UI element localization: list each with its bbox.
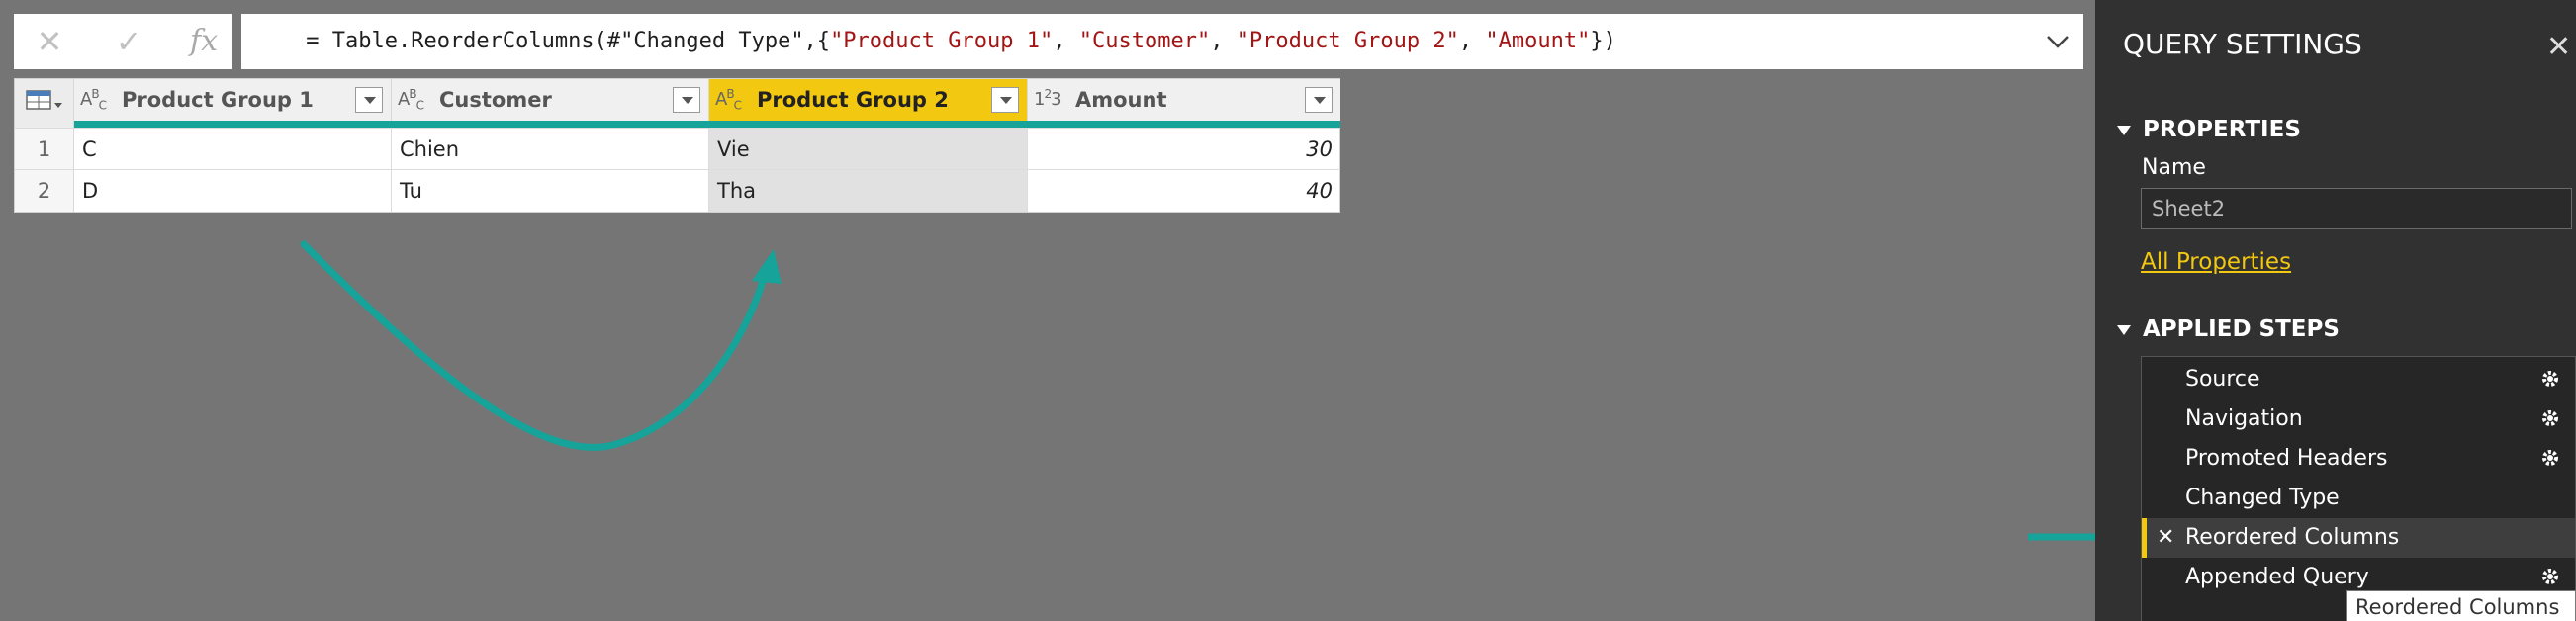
all-properties-link[interactable]: All Properties [2141,249,2291,275]
query-name-input[interactable]: Sheet2 [2141,188,2572,229]
step-tooltip: Reordered Columns [2346,590,2576,621]
applied-steps-section-header[interactable]: APPLIED STEPS [2117,316,2340,342]
step-reordered-columns[interactable]: ✕ Reordered Columns [2142,518,2575,558]
gear-icon[interactable] [2539,368,2561,390]
collapse-triangle-icon [2117,324,2131,335]
step-changed-type[interactable]: Changed Type [2142,479,2575,518]
applied-steps-list: Source Navigation Promoted Headers Chang… [2141,356,2576,621]
properties-section-header[interactable]: PROPERTIES [2117,117,2301,142]
delete-step-icon[interactable]: ✕ [2157,518,2174,558]
reorder-arrowhead [752,249,782,284]
reorder-curve-arrow [300,240,771,451]
step-navigation[interactable]: Navigation [2142,399,2575,439]
query-settings-pane: QUERY SETTINGS ✕ PROPERTIES Name Sheet2 … [2095,0,2576,621]
step-promoted-headers[interactable]: Promoted Headers [2142,439,2575,479]
name-label: Name [2142,155,2206,180]
gear-icon[interactable] [2539,447,2561,469]
gear-icon[interactable] [2539,407,2561,429]
step-source[interactable]: Source [2142,360,2575,399]
pane-title: QUERY SETTINGS [2123,28,2362,60]
collapse-triangle-icon [2117,125,2131,135]
gear-icon[interactable] [2539,566,2561,587]
close-icon[interactable]: ✕ [2546,30,2571,64]
